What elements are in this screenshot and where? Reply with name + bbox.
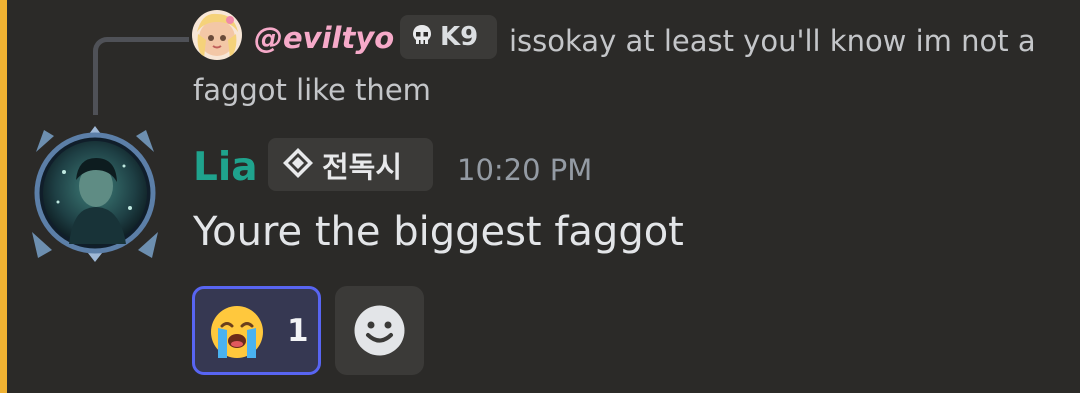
message-timestamp[interactable]: 10:20 PM — [457, 150, 592, 190]
reaction-button[interactable]: 1 — [192, 286, 321, 375]
author-name[interactable]: Lia — [193, 140, 258, 196]
guild-tag[interactable]: 전독시 — [268, 138, 433, 191]
author-avatar[interactable] — [24, 122, 166, 264]
diamond-sparkle-icon — [282, 147, 314, 183]
loudly-crying-face-icon — [209, 304, 265, 360]
reaction-count: 1 — [287, 313, 309, 349]
message-content: Youre the biggest faggot — [193, 209, 684, 255]
mention-highlight-bar — [0, 0, 7, 393]
reply-preview-text[interactable]: issokay at least you'll know im not a fa… — [193, 17, 1043, 115]
add-reaction-button[interactable] — [335, 286, 424, 375]
guild-tag-label: 전독시 — [322, 149, 403, 184]
reply-connector-line — [93, 37, 189, 115]
